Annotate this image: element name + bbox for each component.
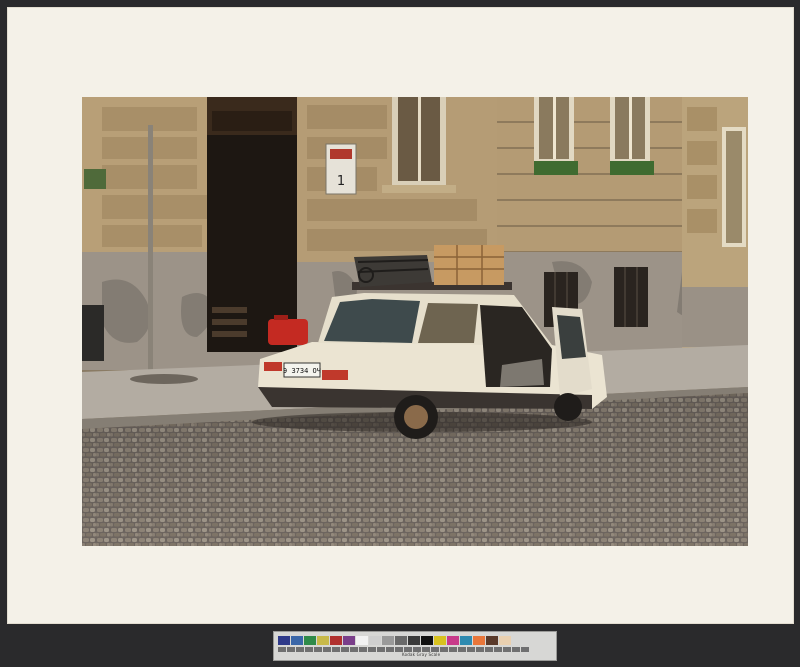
color-patch — [421, 636, 433, 645]
house-number-text: 1 — [337, 174, 345, 189]
color-patch — [356, 636, 368, 645]
upper-window-2 — [534, 97, 578, 175]
color-patch — [486, 636, 498, 645]
flower-box-left — [84, 169, 106, 189]
license-plate-text: Э 3734 ОЧ — [283, 367, 321, 375]
color-patch — [499, 636, 511, 645]
photo-scene: 1 Э 3734 ОЧ — [82, 97, 748, 546]
front-wheel — [554, 393, 582, 421]
upper-window-1 — [382, 97, 456, 193]
color-patch — [278, 636, 290, 645]
color-patch — [408, 636, 420, 645]
drainpipe — [148, 125, 153, 375]
color-patch — [330, 636, 342, 645]
flower-box — [610, 161, 654, 175]
house-number-sign: 1 — [325, 143, 357, 195]
flower-box — [534, 161, 578, 175]
color-calibration-target: Kodak Gray Scale — [273, 631, 557, 661]
color-patch — [447, 636, 459, 645]
wooden-crates — [434, 245, 504, 285]
color-patch — [395, 636, 407, 645]
color-patch — [473, 636, 485, 645]
license-plate: Э 3734 ОЧ — [283, 362, 321, 378]
target-label: Kodak Gray Scale — [402, 652, 441, 657]
color-patch — [291, 636, 303, 645]
color-patch — [369, 636, 381, 645]
street-photograph: 1 Э 3734 ОЧ — [82, 97, 748, 546]
color-patch — [382, 636, 394, 645]
color-patch — [317, 636, 329, 645]
open-doorway — [207, 97, 297, 352]
red-canister — [268, 319, 308, 345]
color-patch — [304, 636, 316, 645]
color-patch — [343, 636, 355, 645]
color-patch — [460, 636, 472, 645]
basement-window — [614, 267, 648, 327]
color-patch — [434, 636, 446, 645]
color-patches — [278, 636, 512, 645]
upper-window-3 — [610, 97, 654, 175]
